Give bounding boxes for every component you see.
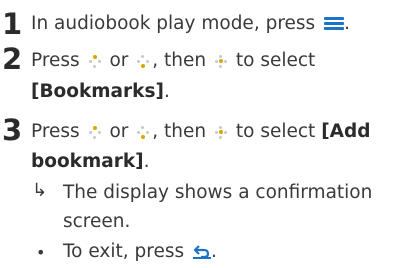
nav-up-icon bbox=[88, 125, 102, 139]
back-icon bbox=[193, 245, 211, 259]
exit-line: To exit, press . bbox=[63, 241, 217, 262]
exit-before: To exit, press bbox=[63, 241, 190, 262]
step-2-t3: , then bbox=[152, 50, 212, 71]
step-3-line-2: bookmark]. bbox=[31, 151, 150, 172]
step-3-t4: to select bbox=[230, 121, 322, 142]
step-1-text: In audiobook play mode, press . bbox=[31, 13, 350, 34]
bookmark-label: bookmark] bbox=[31, 151, 144, 172]
step-number-1: 1 bbox=[2, 7, 23, 41]
step-3-end: . bbox=[143, 151, 150, 172]
step-2-line-1: Press or , then to select bbox=[31, 50, 316, 71]
step-2-t2: or bbox=[103, 50, 135, 71]
nav-up-icon bbox=[88, 54, 102, 68]
step-2-t1: Press bbox=[31, 50, 86, 71]
nav-down-icon bbox=[136, 54, 150, 68]
bookmarks-label: [Bookmarks] bbox=[31, 81, 164, 102]
add-label: [Add bbox=[321, 121, 371, 142]
step-number-2: 2 bbox=[2, 42, 23, 76]
step-3-line-1: Press or , then to select [Add bbox=[31, 121, 371, 142]
step-1-before: In audiobook play mode, press bbox=[31, 13, 322, 34]
step-number-3: 3 bbox=[2, 113, 23, 147]
step-3-t3: , then bbox=[152, 121, 212, 142]
result-line-2: screen. bbox=[63, 211, 131, 232]
step-2-t4: to select bbox=[230, 50, 316, 71]
step-3-t1: Press bbox=[31, 121, 86, 142]
bullet: • bbox=[36, 243, 46, 262]
nav-select-icon bbox=[214, 125, 228, 139]
result-line-1: The display shows a confirmation bbox=[63, 182, 373, 203]
exit-after: . bbox=[211, 241, 217, 262]
result-arrow-icon: ↳ bbox=[32, 180, 48, 201]
step-2-end: . bbox=[163, 81, 170, 102]
step-2-line-2: [Bookmarks]. bbox=[31, 81, 170, 102]
nav-select-icon bbox=[214, 54, 228, 68]
menu-icon bbox=[324, 17, 345, 31]
nav-down-icon bbox=[136, 125, 150, 139]
step-1-after: . bbox=[344, 13, 350, 34]
step-3-t2: or bbox=[103, 121, 135, 142]
